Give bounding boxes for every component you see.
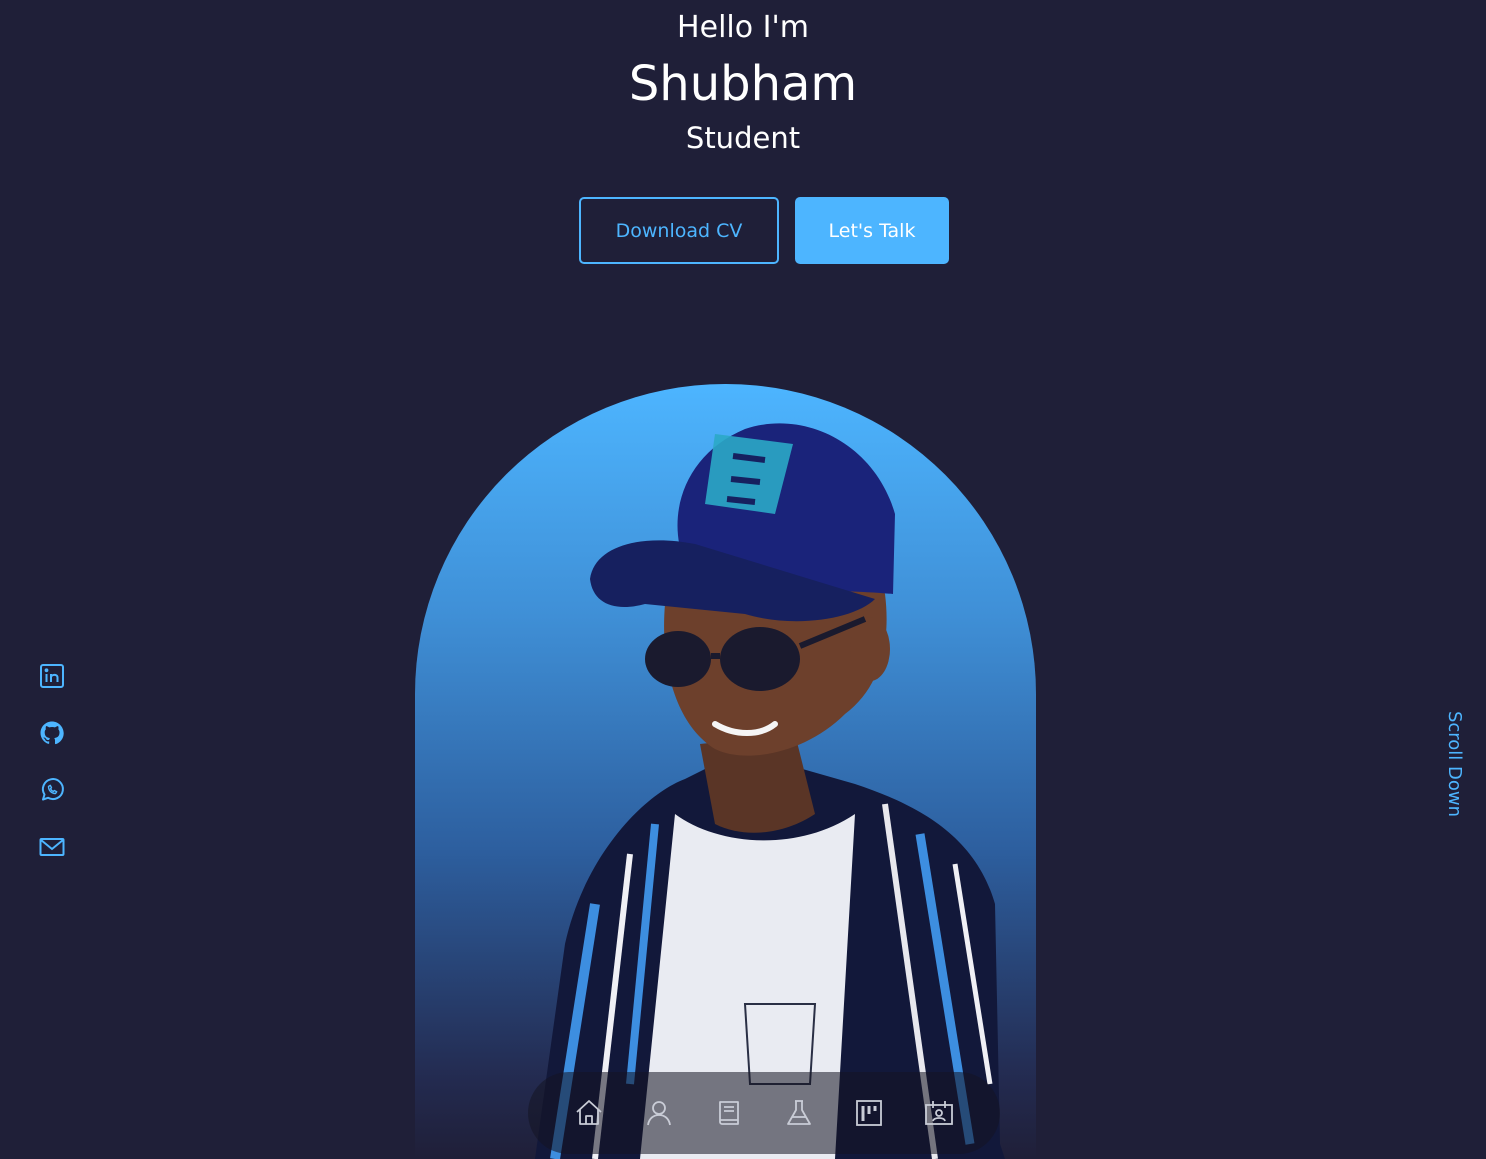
portrait-frame <box>415 384 1036 1159</box>
page-title: Shubham <box>628 56 858 112</box>
nav-item-contact[interactable] <box>923 1097 955 1129</box>
nav-item-portfolio[interactable] <box>853 1097 885 1129</box>
email-link[interactable] <box>38 833 66 861</box>
profile-photo <box>535 423 1005 1159</box>
role-text: Student <box>685 121 801 155</box>
nav-item-services[interactable] <box>783 1097 815 1129</box>
home-icon <box>573 1097 605 1129</box>
nav-item-experience[interactable] <box>713 1097 745 1129</box>
linkedin-link[interactable] <box>38 662 66 690</box>
lets-talk-button[interactable]: Let's Talk <box>795 197 949 264</box>
whatsapp-icon <box>38 776 66 804</box>
board-icon <box>853 1097 885 1129</box>
greeting-text: Hello I'm <box>677 10 809 45</box>
download-cv-button[interactable]: Download CV <box>579 197 779 264</box>
nav-item-about[interactable] <box>643 1097 675 1129</box>
github-icon <box>38 719 66 747</box>
hero-section: Hello I'm Shubham Student Download CV Le… <box>0 0 1486 1159</box>
whatsapp-link[interactable] <box>38 776 66 804</box>
mail-icon <box>38 833 66 861</box>
book-icon <box>713 1097 745 1129</box>
bottom-nav <box>528 1072 1000 1154</box>
user-icon <box>643 1097 675 1129</box>
scroll-down-link[interactable]: Scroll Down <box>1441 709 1467 819</box>
linkedin-icon <box>38 662 66 690</box>
github-link[interactable] <box>38 719 66 747</box>
flask-icon <box>783 1097 815 1129</box>
nav-item-home[interactable] <box>573 1097 605 1129</box>
contact-card-icon <box>923 1097 955 1129</box>
